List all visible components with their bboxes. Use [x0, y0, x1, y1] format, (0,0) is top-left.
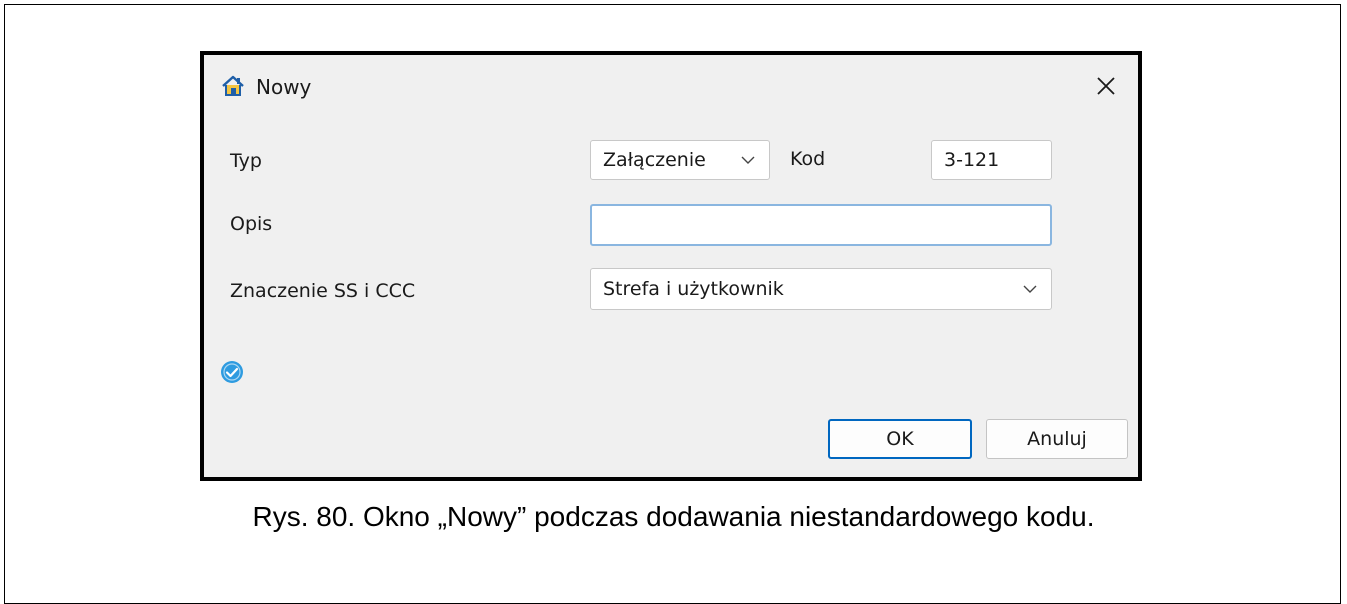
meaning-select-value: Strefa i użytkownik — [603, 278, 784, 300]
close-icon — [1097, 77, 1115, 95]
new-code-dialog: Nowy Typ Załączenie Kod 3-121 Opis Znacz… — [200, 51, 1142, 481]
code-label: Kod — [790, 148, 826, 170]
meaning-select[interactable]: Strefa i użytkownik — [590, 268, 1052, 310]
code-field-value: 3-121 — [944, 149, 1000, 171]
home-icon — [222, 75, 244, 96]
description-input[interactable] — [590, 204, 1052, 246]
chevron-down-icon — [1023, 285, 1037, 293]
code-field[interactable]: 3-121 — [931, 140, 1052, 180]
chevron-down-icon — [741, 156, 755, 164]
description-label: Opis — [230, 213, 273, 235]
dialog-title: Nowy — [256, 75, 312, 99]
ok-button[interactable]: OK — [828, 419, 972, 459]
type-select[interactable]: Załączenie — [590, 140, 770, 180]
type-select-value: Załączenie — [603, 149, 706, 171]
figure-caption: Rys. 80. Okno „Nowy” podczas dodawania n… — [252, 501, 1095, 532]
meaning-label: Znaczenie SS i CCC — [230, 280, 416, 302]
check-circle-icon — [221, 361, 243, 383]
close-button[interactable] — [1088, 69, 1124, 103]
type-label: Typ — [230, 150, 262, 172]
title-bar: Nowy — [204, 55, 1138, 119]
cancel-button[interactable]: Anuluj — [986, 419, 1128, 459]
